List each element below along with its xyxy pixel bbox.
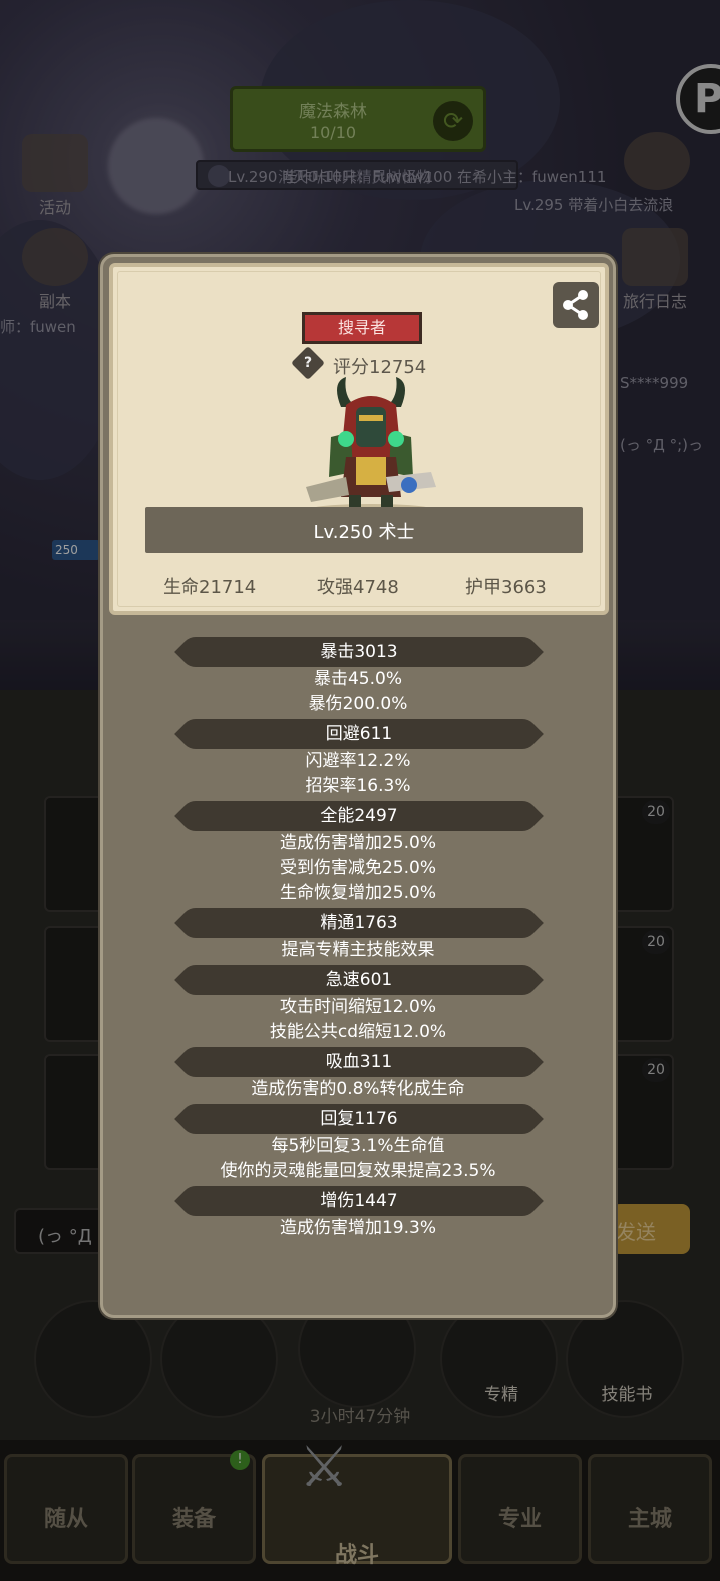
basic-stats: 生命21714 攻强4748 护甲3663 bbox=[113, 573, 613, 599]
help-icon[interactable]: ? bbox=[291, 346, 325, 380]
warlock-character-portrait bbox=[306, 377, 436, 514]
character-card: 搜寻者 ? 评分12754 Lv.250 术士 生命21714 攻强4748 护… bbox=[109, 263, 609, 615]
attack-stat: 攻强4748 bbox=[317, 577, 399, 598]
level-class: Lv.250 术士 bbox=[313, 522, 415, 543]
attribute-detail: 攻击时间缩短12.0% bbox=[279, 997, 436, 1017]
attribute-header: 吸血311 bbox=[181, 1047, 537, 1077]
score: 评分12754 bbox=[333, 357, 427, 378]
level-class-bar: Lv.250 术士 bbox=[145, 507, 583, 553]
attribute-header: 回避611 bbox=[181, 719, 537, 749]
hp-stat: 生命21714 bbox=[163, 577, 257, 598]
attribute-detail: 技能公共cd缩短12.0% bbox=[269, 1022, 447, 1042]
attribute-detail: 造成伤害增加19.3% bbox=[279, 1218, 436, 1238]
attribute-detail: 闪避率12.2% bbox=[305, 751, 411, 771]
role-tag: 搜寻者 bbox=[302, 312, 422, 344]
attribute-list: 暴击3013 暴击45.0% 暴伤200.0% 回避611 闪避率12.2% 招架率16.… bbox=[103, 635, 613, 1241]
attribute-header: 暴击3013 bbox=[181, 637, 537, 667]
share-button[interactable] bbox=[553, 282, 599, 328]
attribute-detail: 造成伤害的0.8%转化成生命 bbox=[251, 1079, 465, 1099]
help-icon-glyph: ? bbox=[303, 355, 313, 371]
attribute-detail: 提高专精主技能效果 bbox=[281, 940, 435, 960]
attribute-detail: 暴击45.0% bbox=[313, 669, 402, 689]
attribute-detail: 受到伤害减免25.0% bbox=[279, 858, 436, 878]
attribute-header: 回复1176 bbox=[181, 1104, 537, 1134]
attribute-detail: 生命恢复增加25.0% bbox=[279, 883, 436, 903]
attribute-header: 急速601 bbox=[181, 965, 537, 995]
character-info-panel: 搜寻者 ? 评分12754 Lv.250 术士 生命21714 攻强4748 护… bbox=[100, 254, 616, 1318]
attribute-header: 精通1763 bbox=[181, 908, 537, 938]
attribute-detail: 暴伤200.0% bbox=[308, 694, 408, 714]
attribute-detail: 招架率16.3% bbox=[305, 776, 411, 796]
attribute-detail: 每5秒回复3.1%生命值 bbox=[271, 1136, 445, 1156]
attribute-header: 增伤1447 bbox=[181, 1186, 537, 1216]
attribute-detail: 造成伤害增加25.0% bbox=[279, 833, 436, 853]
armor-stat: 护甲3663 bbox=[465, 577, 547, 598]
share-icon bbox=[563, 290, 588, 320]
attribute-detail: 使你的灵魂能量回复效果提高23.5% bbox=[220, 1161, 496, 1181]
attribute-header: 全能2497 bbox=[181, 801, 537, 831]
